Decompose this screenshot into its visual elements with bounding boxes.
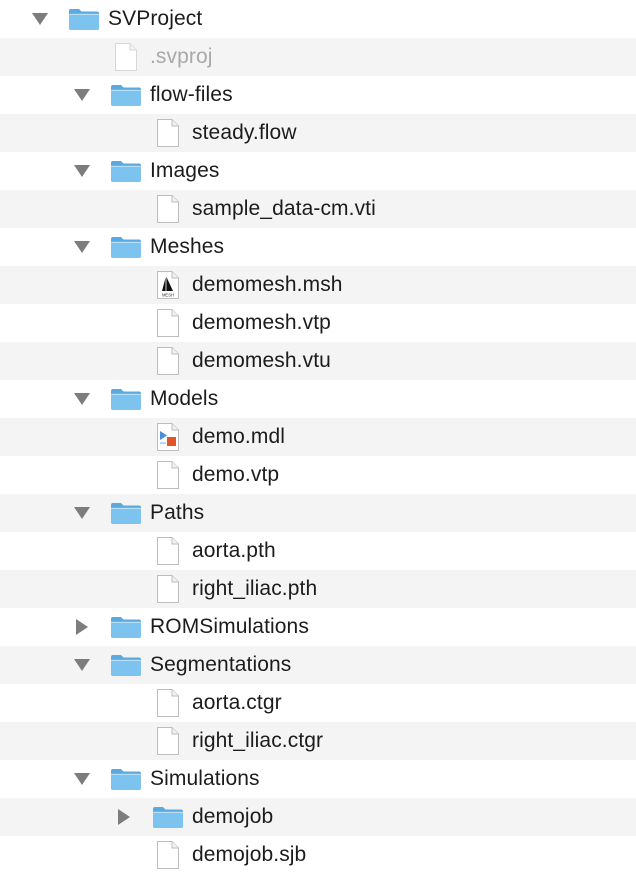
item-label: Meshes	[150, 235, 225, 258]
disclosure-collapsed-icon[interactable]	[112, 798, 136, 836]
file-row-demo-mdl[interactable]: demo.mdl	[0, 418, 636, 456]
item-label: .svproj	[150, 45, 213, 68]
item-label: Images	[150, 159, 220, 182]
disclosure-expanded-icon[interactable]	[70, 760, 94, 798]
item-label: Segmentations	[150, 653, 292, 676]
folder-icon	[152, 798, 184, 836]
folder-row-romsimulations[interactable]: ROMSimulations	[0, 608, 636, 646]
item-label: demomesh.msh	[192, 273, 343, 296]
item-label: flow-files	[150, 83, 233, 106]
folder-icon	[110, 152, 142, 190]
item-label: demomesh.vtp	[192, 311, 331, 334]
folder-row-models[interactable]: Models	[0, 380, 636, 418]
mesh-file-icon: MESH	[156, 266, 180, 304]
folder-row-simulations[interactable]: Simulations	[0, 760, 636, 798]
folder-icon	[110, 380, 142, 418]
file-icon	[156, 836, 180, 874]
disclosure-expanded-icon[interactable]	[70, 494, 94, 532]
disclosure-expanded-icon[interactable]	[70, 646, 94, 684]
item-label: Models	[150, 387, 219, 410]
folder-row-flow-files[interactable]: flow-files	[0, 76, 636, 114]
disclosure-expanded-icon[interactable]	[70, 152, 94, 190]
file-row-demo-vtp[interactable]: demo.vtp	[0, 456, 636, 494]
file-icon	[156, 532, 180, 570]
item-label: aorta.pth	[192, 539, 276, 562]
file-row-right-iliac-ctgr[interactable]: right_iliac.ctgr	[0, 722, 636, 760]
folder-row-paths[interactable]: Paths	[0, 494, 636, 532]
item-label: SVProject	[108, 7, 203, 30]
file-row-steady-flow[interactable]: steady.flow	[0, 114, 636, 152]
file-icon	[156, 722, 180, 760]
folder-row-demojob[interactable]: demojob	[0, 798, 636, 836]
file-icon	[156, 570, 180, 608]
folder-row-segmentations[interactable]: Segmentations	[0, 646, 636, 684]
item-label: steady.flow	[192, 121, 297, 144]
folder-icon	[110, 646, 142, 684]
file-icon	[156, 342, 180, 380]
file-row-svproj[interactable]: .svproj	[0, 38, 636, 76]
file-row-demomesh-vtp[interactable]: demomesh.vtp	[0, 304, 636, 342]
folder-row-svproject[interactable]: SVProject	[0, 0, 636, 38]
item-label: Simulations	[150, 767, 260, 790]
file-row-aorta-ctgr[interactable]: aorta.ctgr	[0, 684, 636, 722]
item-label: aorta.ctgr	[192, 691, 282, 714]
item-label: right_iliac.ctgr	[192, 729, 324, 752]
model-file-icon	[156, 418, 180, 456]
folder-icon	[110, 76, 142, 114]
file-icon	[156, 456, 180, 494]
file-icon	[156, 304, 180, 342]
file-row-right-iliac-pth[interactable]: right_iliac.pth	[0, 570, 636, 608]
file-row-sample-data-cm-vti[interactable]: sample_data-cm.vti	[0, 190, 636, 228]
disclosure-expanded-icon[interactable]	[70, 76, 94, 114]
file-row-demomesh-vtu[interactable]: demomesh.vtu	[0, 342, 636, 380]
item-label: demojob.sjb	[192, 843, 307, 866]
item-label: right_iliac.pth	[192, 577, 318, 600]
folder-icon	[110, 228, 142, 266]
item-label: demo.mdl	[192, 425, 286, 448]
item-label: ROMSimulations	[150, 615, 309, 638]
svg-text:MESH: MESH	[162, 293, 174, 298]
disclosure-expanded-icon[interactable]	[28, 0, 52, 38]
folder-row-meshes[interactable]: Meshes	[0, 228, 636, 266]
item-label: demojob	[192, 805, 274, 828]
folder-row-images[interactable]: Images	[0, 152, 636, 190]
file-icon	[156, 114, 180, 152]
item-label: Paths	[150, 501, 205, 524]
file-icon	[156, 190, 180, 228]
disclosure-expanded-icon[interactable]	[70, 380, 94, 418]
item-label: sample_data-cm.vti	[192, 197, 376, 220]
folder-icon	[110, 494, 142, 532]
file-row-demomesh-msh[interactable]: MESH demomesh.msh	[0, 266, 636, 304]
file-icon	[114, 38, 138, 76]
folder-icon	[110, 608, 142, 646]
disclosure-expanded-icon[interactable]	[70, 228, 94, 266]
folder-icon	[68, 0, 100, 38]
folder-icon	[110, 760, 142, 798]
file-row-demojob-sjb[interactable]: demojob.sjb	[0, 836, 636, 874]
project-tree: SVProject .svproj flow-files steady.flow…	[0, 0, 636, 878]
item-label: demomesh.vtu	[192, 349, 331, 372]
disclosure-collapsed-icon[interactable]	[70, 608, 94, 646]
file-icon	[156, 684, 180, 722]
file-row-aorta-pth[interactable]: aorta.pth	[0, 532, 636, 570]
item-label: demo.vtp	[192, 463, 280, 486]
